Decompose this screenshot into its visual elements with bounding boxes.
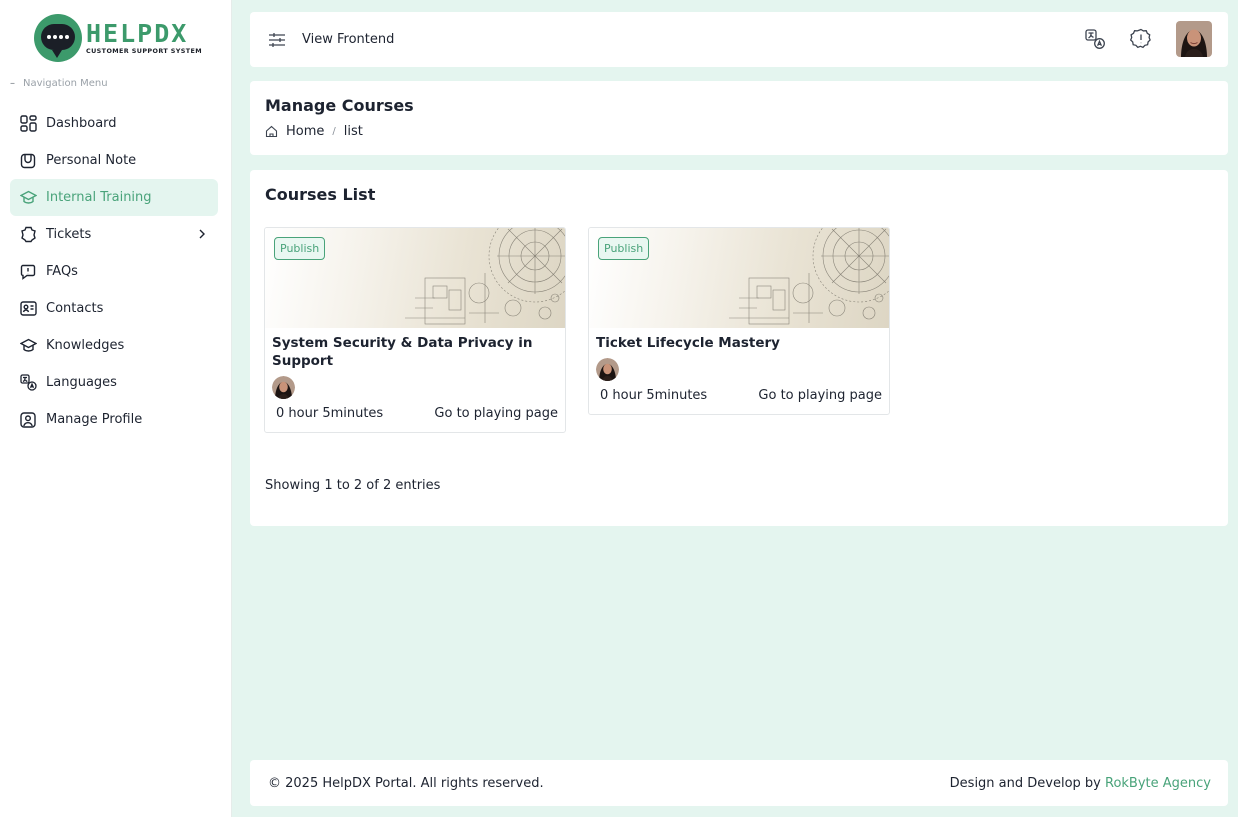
chevron-right-icon[interactable] [196,228,208,240]
sidebar-item-internal-training[interactable]: Internal Training [10,179,218,216]
brand-logo[interactable]: HELPDX CUSTOMER SUPPORT SYSTEM [34,14,202,62]
sidebar-item-personal-note[interactable]: Personal Note [10,142,218,179]
footer: © 2025 HelpDX Portal. All rights reserve… [250,760,1228,806]
sidebar-item-knowledges[interactable]: Knowledges [10,327,218,364]
course-thumbnail: Publish [265,228,565,328]
courses-list-title: Courses List [265,185,376,204]
home-icon[interactable] [265,125,278,138]
topbar-actions [1084,21,1212,57]
footer-credit-prefix: Design and Develop by [949,775,1101,791]
footer-credit-link[interactable]: RokByte Agency [1105,776,1211,791]
course-duration: 0 hour 5minutes [600,388,708,403]
sidebar-item-label: Knowledges [46,338,125,353]
course-meta: 0 hour 5minutes Go to playing page [276,406,558,432]
brand-name: HELPDX [86,19,189,49]
course-card[interactable]: Publish Ticket Lifecycle Mastery 0 hour … [588,227,890,415]
pagination-info: Showing 1 to 2 of 2 entries [265,478,441,493]
courses-list-card: Courses List Publish System Security & D… [250,170,1228,526]
sidebar-item-label: Personal Note [46,153,137,168]
status-badge: Publish [274,237,326,260]
note-icon [19,152,37,170]
footer-credit: Design and Develop by RokByte Agency [950,776,1211,791]
sidebar-item-label: FAQs [46,264,78,279]
course-duration: 0 hour 5minutes [276,406,384,421]
footer-copyright: © 2025 HelpDX Portal. All rights reserve… [268,775,544,791]
sidebar-item-dashboard[interactable]: Dashboard [10,105,218,142]
contact-card-icon [19,300,37,318]
sidebar-item-label: Dashboard [46,116,117,131]
brand-tagline: CUSTOMER SUPPORT SYSTEM [86,47,203,56]
status-badge: Publish [598,237,650,260]
course-thumbnail: Publish [589,228,889,328]
sidebar-item-manage-profile[interactable]: Manage Profile [10,401,218,438]
nav-heading: – Navigation Menu [10,78,108,89]
faq-icon [19,263,37,281]
language-icon[interactable] [1084,28,1106,50]
author-avatar [596,358,619,381]
sidebar: HELPDX CUSTOMER SUPPORT SYSTEM – Navigat… [0,0,232,817]
ticket-icon [19,226,37,244]
headset-chat-icon [34,14,82,62]
course-meta: 0 hour 5minutes Go to playing page [600,388,882,414]
breadcrumb: Home / list [265,124,363,139]
go-to-playing-page-link[interactable]: Go to playing page [434,406,558,421]
page-title: Manage Courses [265,96,414,115]
go-to-playing-page-link[interactable]: Go to playing page [758,388,882,403]
breadcrumb-home[interactable]: Home [286,124,324,139]
graduation-cap-icon [19,189,37,207]
sidebar-item-languages[interactable]: Languages [10,364,218,401]
user-profile-icon [19,411,37,429]
sidebar-item-label: Contacts [46,301,104,316]
knowledge-icon [19,337,37,355]
sidebar-item-tickets[interactable]: Tickets [10,216,218,253]
page-header: Manage Courses Home / list [250,81,1228,155]
sidebar-item-contacts[interactable]: Contacts [10,290,218,327]
collapse-dash-icon: – [10,78,15,89]
breadcrumb-separator: / [332,126,336,137]
course-title[interactable]: Ticket Lifecycle Mastery [596,334,882,352]
top-bar: View Frontend [250,12,1228,67]
course-title[interactable]: System Security & Data Privacy in Suppor… [272,334,558,370]
alert-icon[interactable] [1129,28,1152,50]
course-card[interactable]: Publish System Security & Data Privacy i… [264,227,566,433]
menu-toggle-icon[interactable] [267,30,287,50]
user-avatar[interactable] [1176,21,1212,57]
sidebar-item-label: Languages [46,375,117,390]
sidebar-item-label: Tickets [46,227,92,242]
breadcrumb-current: list [343,124,363,139]
view-frontend-link[interactable]: View Frontend [302,32,394,47]
translate-icon [19,374,37,392]
nav-heading-label: Navigation Menu [23,78,108,89]
dashboard-icon [19,115,37,133]
nav-menu: Dashboard Personal Note Internal Trainin… [10,105,218,438]
sidebar-item-label: Internal Training [46,190,152,205]
sidebar-item-label: Manage Profile [46,412,143,427]
author-avatar [272,376,295,399]
sidebar-item-faqs[interactable]: FAQs [10,253,218,290]
